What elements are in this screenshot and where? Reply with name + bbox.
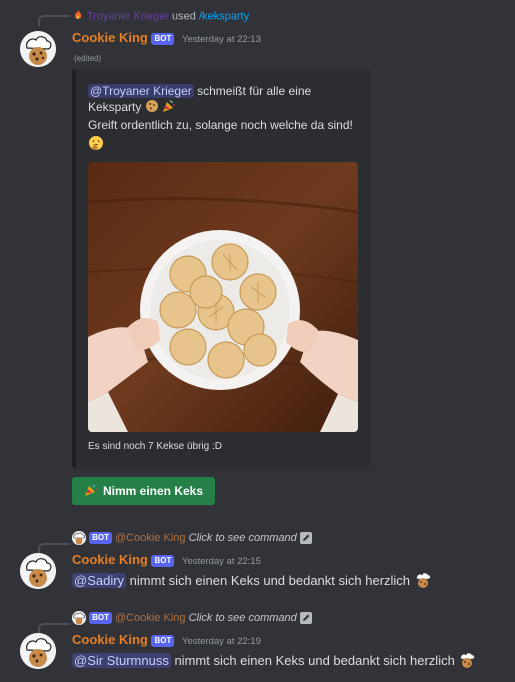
embed-line3: Greift ordentlich zu, solange noch welch… bbox=[88, 118, 353, 132]
edit-icon[interactable] bbox=[299, 532, 312, 544]
reply-used-text: used bbox=[172, 10, 196, 23]
message-content: @Sadiry nimmt sich einen Keks und bedank… bbox=[72, 571, 432, 592]
reply-mention[interactable]: @Cookie King bbox=[115, 612, 185, 624]
user-mention[interactable]: @Sadiry bbox=[72, 572, 127, 588]
embed-line2: Keksparty bbox=[88, 100, 142, 115]
message-text: nimmt sich einen Keks und bedankt sich h… bbox=[129, 572, 411, 588]
author-name[interactable]: Cookie King bbox=[72, 552, 148, 567]
edit-icon[interactable] bbox=[299, 612, 312, 624]
take-cookie-button[interactable]: Nimm einen Keks bbox=[72, 477, 215, 505]
reply-connector bbox=[38, 15, 70, 26]
embed-footer: Es sind noch 7 Kekse übrig :D bbox=[88, 441, 222, 452]
cookie-emoji bbox=[145, 99, 159, 117]
cookie-king-avatar[interactable] bbox=[20, 633, 56, 669]
thinking-emoji bbox=[88, 135, 104, 155]
reply-hint[interactable]: Click to see command bbox=[189, 612, 297, 624]
embed-mention[interactable]: @Troyaner Krieger bbox=[88, 84, 194, 98]
chef-emoji bbox=[414, 571, 432, 592]
party-popper-emoji bbox=[162, 99, 176, 117]
author-name[interactable]: Cookie King bbox=[72, 632, 148, 647]
reply-connector bbox=[38, 543, 70, 554]
reply-mention[interactable]: @Cookie King bbox=[115, 532, 185, 544]
edited-label: (edited) bbox=[74, 54, 102, 63]
cookie-plate-image[interactable] bbox=[88, 162, 358, 432]
reply-username[interactable]: Troyaner Krieger bbox=[87, 10, 169, 22]
bot-tag: BOT bbox=[151, 634, 175, 647]
message-header: Cookie King BOT Yesterday at 22:13 bbox=[72, 30, 261, 45]
cookie-king-avatar[interactable] bbox=[20, 31, 56, 67]
timestamp[interactable]: Yesterday at 22:15 bbox=[182, 556, 261, 567]
embed-description: @Troyaner Krieger schmeißt für alle eine… bbox=[88, 83, 364, 155]
reply-connector bbox=[38, 623, 70, 634]
user-mention[interactable]: @Sir Sturmnuss bbox=[72, 652, 171, 668]
embed: @Troyaner Krieger schmeißt für alle eine… bbox=[72, 69, 370, 469]
reply-hint[interactable]: Click to see command bbox=[189, 532, 297, 544]
cookie-king-avatar[interactable] bbox=[20, 553, 56, 589]
message-header: Cookie King BOT Yesterday at 22:15 bbox=[72, 552, 261, 567]
reply-bot-tag: BOT bbox=[89, 612, 112, 624]
reply-preview[interactable]: BOT @Cookie King Click to see command bbox=[72, 611, 312, 625]
author-name[interactable]: Cookie King bbox=[72, 30, 148, 45]
take-cookie-button-label: Nimm einen Keks bbox=[102, 484, 204, 498]
message-text: nimmt sich einen Keks und bedankt sich h… bbox=[174, 652, 455, 668]
reply-preview[interactable]: BOT @Cookie King Click to see command bbox=[72, 531, 312, 545]
fire-icon bbox=[72, 9, 84, 24]
reply-bot-tag: BOT bbox=[89, 532, 112, 544]
chef-emoji bbox=[458, 651, 476, 672]
timestamp[interactable]: Yesterday at 22:13 bbox=[182, 34, 261, 45]
party-popper-icon bbox=[84, 483, 98, 500]
embed-line1: schmeißt für alle eine bbox=[197, 84, 312, 98]
reply-preview[interactable]: Troyaner Krieger used /keksparty bbox=[72, 9, 249, 24]
timestamp[interactable]: Yesterday at 22:19 bbox=[182, 636, 261, 647]
message-content: @Sir Sturmnuss nimmt sich einen Keks und… bbox=[72, 651, 476, 672]
mini-avatar bbox=[72, 611, 86, 625]
mini-avatar bbox=[72, 531, 86, 545]
reply-command[interactable]: /keksparty bbox=[199, 10, 249, 22]
bot-tag: BOT bbox=[151, 554, 175, 567]
message-header: Cookie King BOT Yesterday at 22:19 bbox=[72, 632, 261, 647]
bot-tag: BOT bbox=[151, 32, 175, 45]
